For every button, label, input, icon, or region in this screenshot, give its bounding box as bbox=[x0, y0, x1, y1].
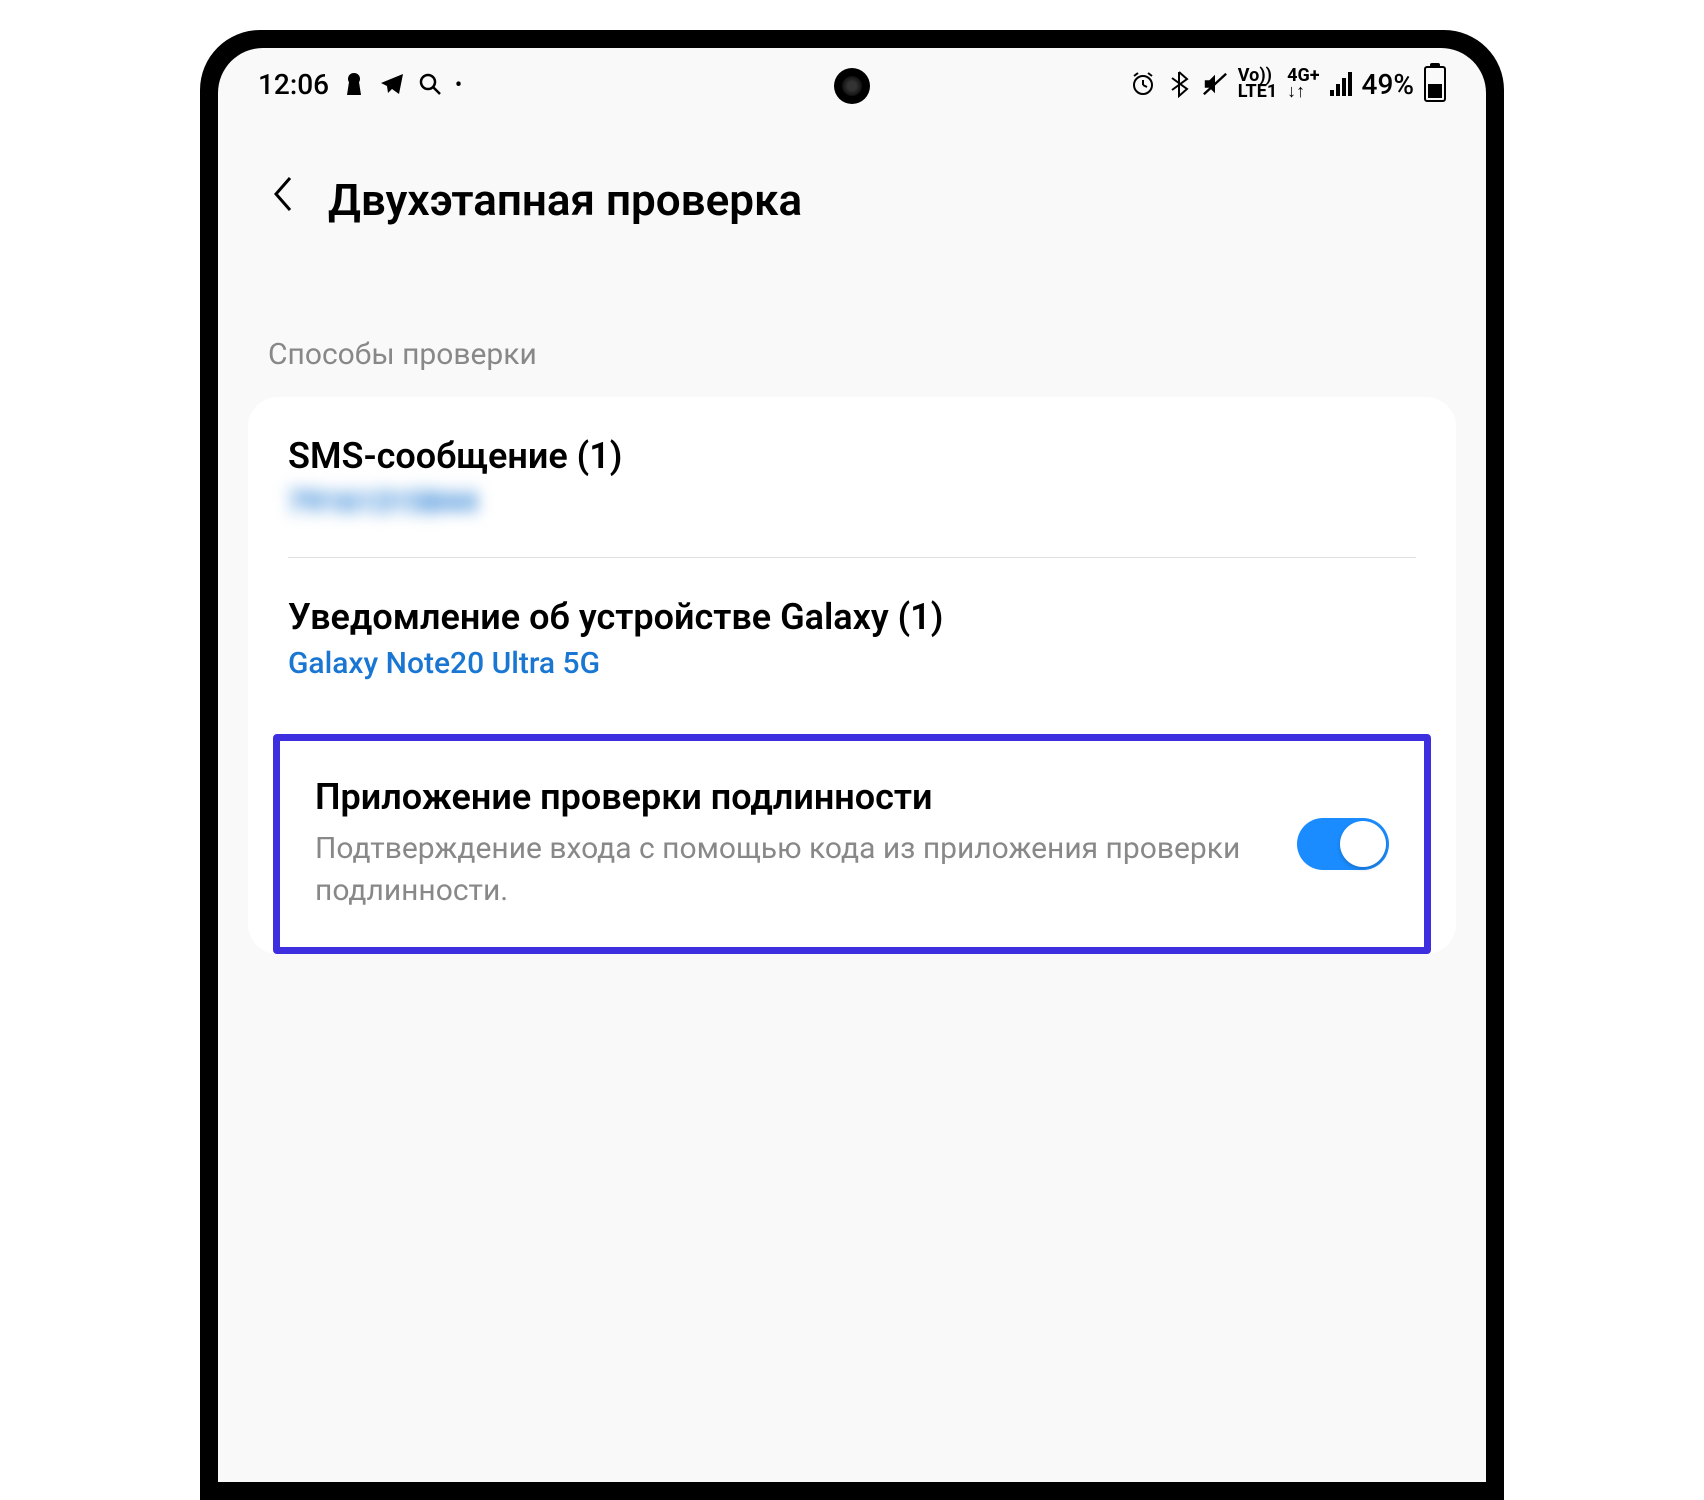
mute-icon bbox=[1202, 71, 1228, 97]
bluetooth-icon bbox=[1166, 71, 1192, 97]
more-indicator: • bbox=[455, 72, 462, 96]
search-icon bbox=[417, 71, 443, 97]
app-icon-1 bbox=[341, 71, 367, 97]
camera-notch bbox=[834, 68, 870, 104]
status-bar-right: Vo)) LTE1 4G+↓↑ 49% bbox=[1130, 66, 1446, 102]
settings-card: SMS-сообщение (1) 79161315844 Уведомлени… bbox=[248, 397, 1456, 954]
page-title: Двухэтапная проверка bbox=[328, 174, 802, 226]
galaxy-device-value: Galaxy Note20 Ultra 5G bbox=[288, 646, 1416, 681]
battery-icon bbox=[1424, 66, 1446, 102]
alarm-icon bbox=[1130, 71, 1156, 97]
authenticator-description: Подтверждение входа с помощью кода из пр… bbox=[315, 828, 1267, 912]
volte-indicator: Vo)) LTE1 bbox=[1238, 68, 1277, 100]
status-bar-left: 12:06 • bbox=[258, 68, 462, 101]
page-header: Двухэтапная проверка bbox=[218, 112, 1486, 257]
battery-percent: 49% bbox=[1362, 68, 1414, 101]
sms-phone-value: 79161315844 bbox=[288, 485, 1416, 520]
authenticator-title: Приложение проверки подлинности bbox=[315, 776, 1267, 818]
authenticator-toggle[interactable] bbox=[1297, 818, 1389, 870]
sms-title: SMS-сообщение (1) bbox=[288, 435, 1416, 477]
status-time: 12:06 bbox=[258, 68, 329, 101]
signal-icon bbox=[1330, 72, 1352, 96]
network-type: 4G+↓↑ bbox=[1287, 68, 1319, 100]
back-button[interactable] bbox=[268, 172, 298, 227]
galaxy-title: Уведомление об устройстве Galaxy (1) bbox=[288, 596, 1416, 638]
section-header: Способы проверки bbox=[218, 257, 1486, 397]
authenticator-app-item[interactable]: Приложение проверки подлинности Подтверж… bbox=[273, 734, 1431, 954]
galaxy-notification-item[interactable]: Уведомление об устройстве Galaxy (1) Gal… bbox=[248, 558, 1456, 719]
phone-screen: 12:06 • bbox=[218, 48, 1486, 1482]
telegram-icon bbox=[379, 71, 405, 97]
phone-frame: 12:06 • bbox=[200, 30, 1504, 1500]
sms-setting-item[interactable]: SMS-сообщение (1) 79161315844 bbox=[248, 397, 1456, 558]
